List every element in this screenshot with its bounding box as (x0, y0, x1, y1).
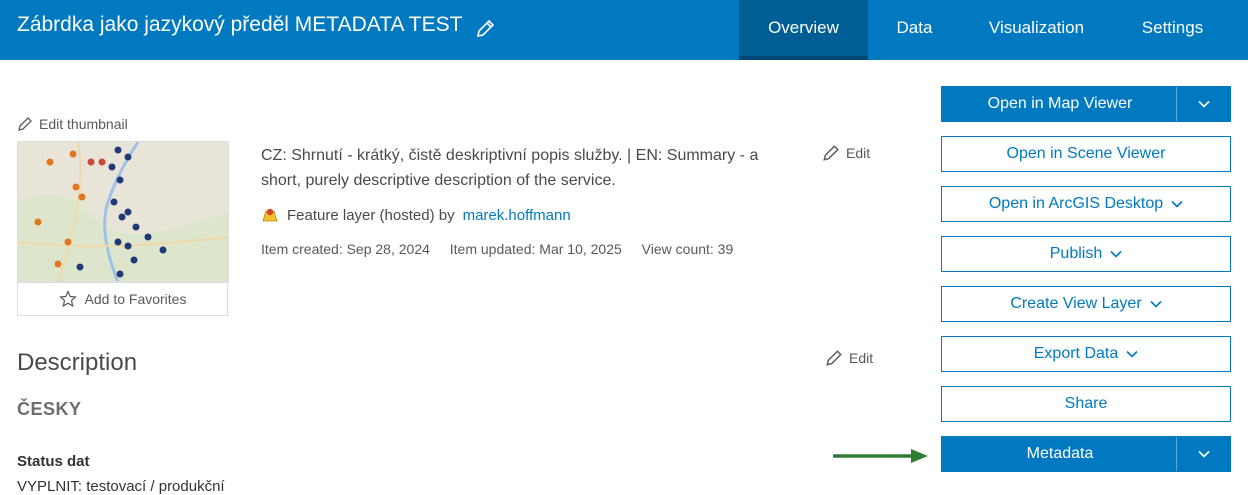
item-summary: CZ: Shrnutí - krátký, čistě deskriptivní… (261, 147, 759, 189)
language-heading: ČESKY (17, 399, 82, 419)
metadata-dropdown-button[interactable] (1176, 437, 1230, 471)
tab-settings[interactable]: Settings (1112, 0, 1233, 60)
edit-summary-label: Edit (846, 145, 871, 161)
create-view-layer-button[interactable]: Create View Layer (941, 286, 1231, 322)
item-created: Item created: Sep 28, 2024 (261, 241, 430, 257)
page-title: Zábrdka jako jazykový předěl METADATA TE… (17, 13, 463, 36)
add-to-favorites-button[interactable]: Add to Favorites (17, 281, 228, 316)
metadata-button[interactable]: Metadata (942, 437, 1178, 471)
edit-description-label: Edit (849, 350, 874, 366)
description-heading: Description (17, 349, 138, 376)
chevron-down-icon (1197, 450, 1210, 458)
view-count: View count: 39 (641, 241, 734, 257)
item-dates: Item created: Sep 28, 2024 Item updated:… (261, 241, 749, 257)
edit-thumbnail-label: Edit thumbnail (39, 116, 128, 132)
status-value: VYPLNIT: testovací / produkční (17, 478, 225, 495)
pencil-icon (18, 117, 32, 131)
chevron-down-icon (1171, 200, 1183, 208)
item-type-label: Feature layer (hosted) by (287, 206, 455, 224)
chevron-down-icon (1126, 350, 1138, 358)
item-type-line: Feature layer (hosted) by marek.hoffmann (261, 206, 571, 224)
edit-thumbnail-link[interactable]: Edit thumbnail (17, 116, 128, 132)
annotation-arrow-icon (833, 449, 928, 463)
edit-description-link[interactable]: Edit (825, 349, 873, 367)
tab-visualization[interactable]: Visualization (961, 0, 1112, 60)
open-in-scene-viewer-button[interactable]: Open in Scene Viewer (941, 136, 1231, 172)
share-button[interactable]: Share (941, 386, 1231, 422)
tab-data[interactable]: Data (868, 0, 961, 60)
chevron-down-icon (1197, 100, 1210, 108)
status-heading: Status dat (17, 453, 90, 470)
open-in-arcgis-desktop-button[interactable]: Open in ArcGIS Desktop (941, 186, 1231, 222)
feature-layer-icon (262, 208, 278, 222)
tab-overview[interactable]: Overview (739, 0, 868, 60)
map-viewer-dropdown-button[interactable] (1176, 87, 1230, 121)
export-data-button[interactable]: Export Data (941, 336, 1231, 372)
metadata-split-button: Metadata (941, 436, 1231, 472)
create-view-layer-label: Create View Layer (1010, 295, 1142, 312)
owner-link[interactable]: marek.hoffmann (463, 207, 571, 224)
open-in-map-viewer-split-button: Open in Map Viewer (941, 86, 1231, 122)
chevron-down-icon (1110, 250, 1122, 258)
chevron-down-icon (1150, 300, 1162, 308)
open-in-scene-viewer-label: Open in Scene Viewer (1006, 145, 1166, 162)
open-in-arcgis-desktop-label: Open in ArcGIS Desktop (988, 195, 1164, 212)
top-header: Zábrdka jako jazykový předěl METADATA TE… (0, 0, 1248, 60)
map-thumbnail-image (18, 142, 228, 282)
star-icon (58, 289, 77, 307)
pencil-icon[interactable] (474, 18, 496, 40)
open-in-map-viewer-button[interactable]: Open in Map Viewer (942, 87, 1178, 121)
add-to-favorites-label: Add to Favorites (84, 290, 187, 307)
publish-label: Publish (1049, 245, 1103, 262)
item-updated: Item updated: Mar 10, 2025 (449, 241, 622, 257)
share-label: Share (1064, 395, 1108, 412)
pencil-icon (826, 350, 842, 366)
publish-button[interactable]: Publish (941, 236, 1231, 272)
edit-summary-link[interactable]: Edit (822, 144, 870, 162)
item-thumbnail (17, 141, 229, 283)
pencil-icon (823, 145, 839, 161)
export-data-label: Export Data (1033, 345, 1119, 362)
